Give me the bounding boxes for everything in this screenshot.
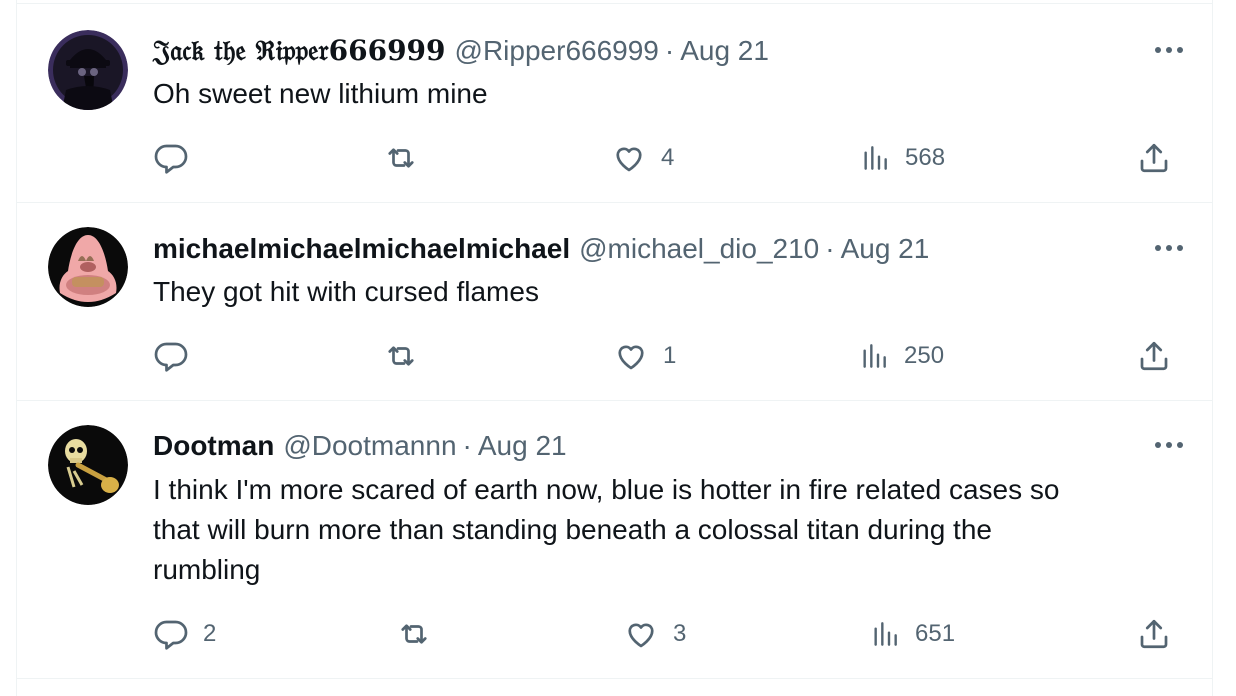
tweet-text: I think I'm more scared of earth now, bl…	[153, 470, 1183, 590]
like-count: 3	[673, 620, 687, 647]
action-bar: 2 3 651	[153, 614, 1193, 654]
views-count: 651	[915, 620, 956, 647]
tweet-card[interactable]: 𝔍𝔞𝔠𝔨 𝔱𝔥𝔢 ℜ𝔦𝔭𝔭𝔢𝔯666999 @Ripper666999 · Au…	[16, 3, 1213, 202]
tweet-date[interactable]: Aug 21	[478, 428, 567, 464]
user-handle[interactable]: @Dootmannn	[283, 428, 456, 464]
separator-dot: ·	[462, 430, 472, 461]
retweet-button[interactable]	[383, 138, 433, 178]
reply-button[interactable]	[153, 138, 203, 178]
display-name[interactable]: Dootman	[153, 428, 274, 464]
tweet-text-line: that will burn more than standing beneat…	[153, 514, 992, 545]
like-button[interactable]: 4	[611, 138, 674, 178]
tweet-header: 𝔍𝔞𝔠𝔨 𝔱𝔥𝔢 ℜ𝔦𝔭𝔭𝔢𝔯666999 @Ripper666999 · Au…	[153, 33, 769, 69]
tweet-date[interactable]: Aug 21	[841, 231, 930, 267]
divider	[16, 678, 1213, 679]
views-button[interactable]: 651	[869, 614, 955, 654]
tweet-date[interactable]: Aug 21	[680, 33, 769, 69]
views-button[interactable]: 568	[859, 138, 945, 178]
views-button[interactable]: 250	[858, 336, 944, 376]
tweet-header: Dootman @Dootmannn · Aug 21	[153, 428, 567, 464]
views-count: 250	[904, 342, 945, 369]
tweet-text: They got hit with cursed flames	[153, 276, 539, 307]
retweet-icon	[383, 338, 419, 374]
like-count: 4	[661, 144, 675, 171]
reply-icon	[153, 140, 189, 176]
avatar[interactable]	[48, 425, 128, 505]
heart-icon	[611, 140, 647, 176]
tweet-text: Oh sweet new lithium mine	[153, 78, 488, 109]
reply-count: 2	[203, 620, 217, 647]
reply-button[interactable]	[153, 336, 203, 376]
tweet-text-line: I think I'm more scared of earth now, bl…	[153, 474, 1060, 505]
tweet-header: michaelmichaelmichaelmichael @michael_di…	[153, 231, 929, 267]
reply-button[interactable]: 2	[153, 614, 216, 654]
user-handle[interactable]: @Ripper666999	[455, 33, 659, 69]
retweet-icon	[383, 140, 419, 176]
views-icon	[869, 618, 901, 650]
tweet-card[interactable]: Dootman @Dootmannn · Aug 21 I think I'm …	[16, 400, 1213, 678]
more-icon[interactable]	[1149, 430, 1189, 460]
more-icon[interactable]	[1149, 35, 1189, 65]
display-name[interactable]: 𝔍𝔞𝔠𝔨 𝔱𝔥𝔢 ℜ𝔦𝔭𝔭𝔢𝔯666999	[153, 33, 446, 69]
like-count: 1	[663, 342, 677, 369]
share-button[interactable]	[1136, 336, 1172, 376]
tweet-text-line: rumbling	[153, 554, 261, 585]
views-count: 568	[905, 144, 946, 171]
avatar[interactable]	[48, 30, 128, 110]
action-bar: 4 568	[153, 138, 1193, 178]
reply-icon	[153, 616, 189, 652]
share-button[interactable]	[1136, 138, 1172, 178]
like-button[interactable]: 1	[613, 336, 676, 376]
share-icon	[1136, 140, 1172, 176]
more-icon[interactable]	[1149, 233, 1189, 263]
user-handle[interactable]: @michael_dio_210	[579, 231, 819, 267]
avatar[interactable]	[48, 227, 128, 307]
separator-dot: ·	[825, 233, 835, 264]
share-icon	[1136, 338, 1172, 374]
reply-icon	[153, 338, 189, 374]
action-bar: 1 250	[153, 336, 1193, 376]
views-icon	[858, 340, 890, 372]
retweet-button[interactable]	[396, 614, 446, 654]
tweet-card[interactable]: michaelmichaelmichaelmichael @michael_di…	[16, 202, 1213, 400]
views-icon	[859, 142, 891, 174]
retweet-icon	[396, 616, 432, 652]
share-icon	[1136, 616, 1172, 652]
share-button[interactable]	[1136, 614, 1172, 654]
heart-icon	[623, 616, 659, 652]
like-button[interactable]: 3	[623, 614, 686, 654]
separator-dot: ·	[664, 35, 675, 66]
display-name[interactable]: michaelmichaelmichaelmichael	[153, 231, 570, 267]
heart-icon	[613, 338, 649, 374]
retweet-button[interactable]	[383, 336, 433, 376]
